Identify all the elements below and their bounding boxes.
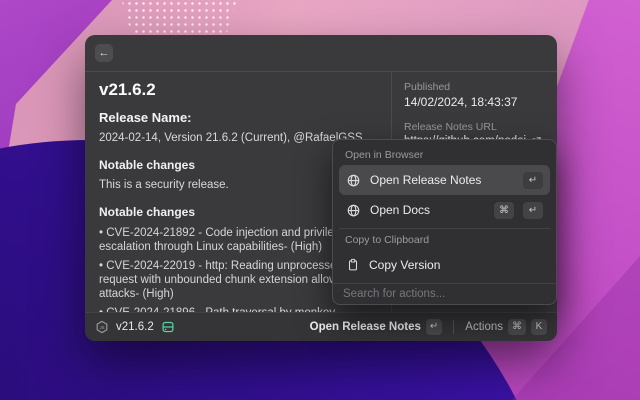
release-notes-url-label: Release Notes URL xyxy=(404,121,545,134)
footer-divider xyxy=(453,320,454,334)
menu-item-label: Open Release Notes xyxy=(370,173,514,187)
back-button[interactable]: ← xyxy=(95,44,113,62)
return-key-badge: ↵ xyxy=(523,202,543,219)
popup-section-copy-to-clipboard: Copy to Clipboard xyxy=(339,229,550,250)
installed-device-icon xyxy=(161,320,175,334)
menu-item-open-docs[interactable]: Open Docs ⌘ ↵ xyxy=(339,195,550,225)
status-bar-right: Open Release Notes ↵ Actions ⌘ K xyxy=(310,319,547,335)
actions-search-input[interactable] xyxy=(343,288,546,300)
actions-button[interactable]: Actions ⌘ K xyxy=(465,319,547,335)
cmd-key-badge: ⌘ xyxy=(508,319,526,335)
page-title: v21.6.2 xyxy=(99,80,377,100)
menu-item-label: Copy Version xyxy=(369,258,543,272)
return-key-badge: ↵ xyxy=(426,319,442,335)
menu-item-copy-version[interactable]: Copy Version xyxy=(339,250,550,280)
actions-popup: Open in Browser Open Release Notes ↵ Ope… xyxy=(332,139,557,305)
popup-search-bar xyxy=(333,283,556,304)
popup-section-open-in-browser: Open in Browser xyxy=(339,144,550,165)
primary-action-label: Open Release Notes xyxy=(310,321,421,333)
published-value: 14/02/2024, 18:43:37 xyxy=(404,95,545,110)
cmd-key-badge: ⌘ xyxy=(494,202,514,219)
status-bar-left: JS v21.6.2 xyxy=(95,320,175,334)
globe-icon xyxy=(346,203,361,218)
nodejs-icon: JS xyxy=(95,320,109,334)
published-label: Published xyxy=(404,81,545,94)
actions-popup-list: Open in Browser Open Release Notes ↵ Ope… xyxy=(333,140,556,283)
menu-item-label: Open Docs xyxy=(370,203,485,217)
status-bar: JS v21.6.2 Open Release Notes ↵ Actions … xyxy=(85,312,557,341)
globe-icon xyxy=(346,173,361,188)
release-name-heading: Release Name: xyxy=(99,110,377,126)
window-header: ← xyxy=(85,35,557,72)
actions-label: Actions xyxy=(465,321,503,333)
open-release-notes-button[interactable]: Open Release Notes ↵ xyxy=(310,319,443,335)
k-key-badge: K xyxy=(531,319,547,335)
svg-text:JS: JS xyxy=(99,325,104,330)
clipboard-icon xyxy=(346,258,360,272)
menu-item-open-release-notes[interactable]: Open Release Notes ↵ xyxy=(339,165,550,195)
return-key-badge: ↵ xyxy=(523,172,543,189)
status-version: v21.6.2 xyxy=(116,321,154,333)
